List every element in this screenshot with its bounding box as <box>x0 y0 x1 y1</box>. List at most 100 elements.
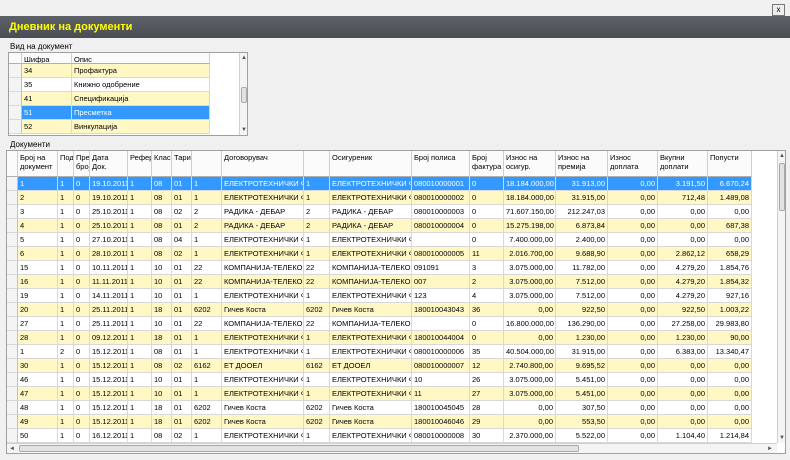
row-header[interactable] <box>7 345 18 359</box>
contractor-cell[interactable]: ЕЛЕКТРОТЕХНИЧКИ Ф... <box>222 177 304 191</box>
surcharge-amount-cell[interactable]: 0,00 <box>608 345 658 359</box>
discounts-cell[interactable]: 0,00 <box>708 373 752 387</box>
premium-amount-cell[interactable]: 6.873,84 <box>556 219 608 233</box>
policy-number-cell[interactable]: 007 <box>412 275 470 289</box>
reference-cell[interactable]: 1 <box>128 191 152 205</box>
invoice-number-cell[interactable]: 0 <box>470 191 504 205</box>
doc-number-cell[interactable]: 1 <box>18 177 58 191</box>
table-row[interactable]: 47 1 0 15.12.2011 1 10 01 1 ЕЛЕКТРОТЕХНИЧКИ Ф...… <box>7 387 752 401</box>
premium-amount-cell[interactable]: 7.512,00 <box>556 275 608 289</box>
contractor-cell[interactable]: ЕЛЕКТРОТЕХНИЧКИ Ф... <box>222 247 304 261</box>
total-surcharges-cell[interactable]: 0,00 <box>658 359 708 373</box>
insured-amount-cell[interactable]: 2.370.000,00 <box>504 429 556 443</box>
total-surcharges-cell[interactable]: 3.191,50 <box>658 177 708 191</box>
pre-number-cell[interactable]: 0 <box>74 331 90 345</box>
column-header-description[interactable]: Опис <box>72 53 210 64</box>
class-cell[interactable]: 10 <box>152 387 172 401</box>
invoice-number-cell[interactable]: 0 <box>470 177 504 191</box>
doc-date-cell[interactable]: 15.12.2011 <box>90 415 128 429</box>
class-cell[interactable]: 08 <box>152 233 172 247</box>
doc-number-cell[interactable]: 48 <box>18 401 58 415</box>
total-surcharges-cell[interactable]: 0,00 <box>658 373 708 387</box>
policy-number-cell[interactable]: 180010046046 <box>412 415 470 429</box>
row-header[interactable] <box>7 219 18 233</box>
insured-cell[interactable]: ЕЛЕКТРОТЕХНИЧКИ Ф... <box>330 331 412 345</box>
doc-date-cell[interactable]: 15.12.2011 <box>90 387 128 401</box>
contractor-cell[interactable]: ЕЛЕКТРОТЕХНИЧКИ Ф... <box>222 233 304 247</box>
doc-type-code-cell[interactable]: 52 <box>22 120 72 134</box>
tariff-cell[interactable]: 02 <box>172 247 192 261</box>
insured-code-cell[interactable]: 22 <box>304 317 330 331</box>
policy-number-cell[interactable]: 180010044004 <box>412 331 470 345</box>
scroll-thumb[interactable] <box>241 87 247 103</box>
discounts-cell[interactable]: 1.003,22 <box>708 303 752 317</box>
doc-date-cell[interactable]: 28.10.2011 <box>90 247 128 261</box>
reference-cell[interactable]: 1 <box>128 177 152 191</box>
invoice-number-cell[interactable]: 35 <box>470 345 504 359</box>
discounts-cell[interactable]: 0,00 <box>708 205 752 219</box>
insured-code-cell[interactable]: 22 <box>304 275 330 289</box>
total-surcharges-cell[interactable]: 0,00 <box>658 387 708 401</box>
tariff-cell[interactable]: 01 <box>172 401 192 415</box>
contractor-code-cell[interactable]: 6162 <box>192 359 222 373</box>
reference-cell[interactable]: 1 <box>128 219 152 233</box>
insured-amount-cell[interactable]: 18.184.000,00 <box>504 177 556 191</box>
total-surcharges-cell[interactable]: 0,00 <box>658 415 708 429</box>
doc-date-cell[interactable]: 15.12.2011 <box>90 359 128 373</box>
doc-date-cell[interactable]: 15.12.2011 <box>90 373 128 387</box>
tariff-cell[interactable]: 01 <box>172 317 192 331</box>
class-cell[interactable]: 08 <box>152 345 172 359</box>
insured-code-cell[interactable]: 1 <box>304 373 330 387</box>
reference-cell[interactable]: 1 <box>128 205 152 219</box>
contractor-code-cell[interactable]: 2 <box>192 205 222 219</box>
row-header[interactable] <box>7 401 18 415</box>
class-cell[interactable]: 08 <box>152 191 172 205</box>
insured-cell[interactable]: Гичев Коста <box>330 401 412 415</box>
insured-code-cell[interactable]: 2 <box>304 219 330 233</box>
column-header-class[interactable]: Класа <box>152 151 172 177</box>
doc-number-cell[interactable]: 3 <box>18 205 58 219</box>
doc-type-code-cell[interactable]: 41 <box>22 92 72 106</box>
contractor-code-cell[interactable]: 22 <box>192 275 222 289</box>
total-surcharges-cell[interactable]: 1.230,00 <box>658 331 708 345</box>
insured-code-cell[interactable]: 1 <box>304 177 330 191</box>
premium-amount-cell[interactable]: 1.230,00 <box>556 331 608 345</box>
insured-cell[interactable]: ЕЛЕКТРОТЕХНИЧКИ Ф... <box>330 247 412 261</box>
class-cell[interactable]: 18 <box>152 303 172 317</box>
row-header[interactable] <box>7 177 18 191</box>
total-surcharges-cell[interactable]: 712,48 <box>658 191 708 205</box>
reference-cell[interactable]: 1 <box>128 261 152 275</box>
documents-grid[interactable]: Број на документ Под Пре број Дата Док. Рефе… <box>6 150 786 454</box>
premium-amount-cell[interactable]: 9.688,90 <box>556 247 608 261</box>
total-surcharges-cell[interactable]: 1.104,40 <box>658 429 708 443</box>
pre-number-cell[interactable]: 0 <box>74 345 90 359</box>
pre-number-cell[interactable]: 0 <box>74 191 90 205</box>
discounts-cell[interactable]: 6.670,24 <box>708 177 752 191</box>
column-header-code[interactable]: Шифра <box>22 53 72 64</box>
table-row[interactable]: 3 1 0 25.10.2011 1 08 02 2 РАДИКА - ДЕБАР 2 РАДИКА… <box>7 205 752 219</box>
insured-code-cell[interactable]: 1 <box>304 429 330 443</box>
pre-number-cell[interactable]: 0 <box>74 387 90 401</box>
row-header[interactable] <box>7 191 18 205</box>
doc-type-row[interactable]: 52 Винкулација <box>9 120 211 134</box>
policy-number-cell[interactable]: 123 <box>412 289 470 303</box>
total-surcharges-cell[interactable]: 4.279,20 <box>658 289 708 303</box>
reference-cell[interactable]: 1 <box>128 415 152 429</box>
pre-number-cell[interactable]: 0 <box>74 303 90 317</box>
pre-number-cell[interactable]: 0 <box>74 219 90 233</box>
contractor-code-cell[interactable]: 1 <box>192 177 222 191</box>
row-header[interactable] <box>7 359 18 373</box>
invoice-number-cell[interactable]: 0 <box>470 317 504 331</box>
invoice-number-cell[interactable]: 12 <box>470 359 504 373</box>
insured-amount-cell[interactable]: 0,00 <box>504 401 556 415</box>
row-header[interactable] <box>7 247 18 261</box>
contractor-code-cell[interactable]: 1 <box>192 387 222 401</box>
insured-amount-cell[interactable]: 3.075.000,00 <box>504 289 556 303</box>
row-header[interactable] <box>7 261 18 275</box>
documents-horizontal-scrollbar[interactable]: ◄ ► <box>7 443 777 453</box>
doc-number-cell[interactable]: 28 <box>18 331 58 345</box>
contractor-code-cell[interactable]: 1 <box>192 289 222 303</box>
surcharge-amount-cell[interactable]: 0,00 <box>608 219 658 233</box>
column-header-doc-number[interactable]: Број на документ <box>18 151 58 177</box>
pre-number-cell[interactable]: 0 <box>74 275 90 289</box>
